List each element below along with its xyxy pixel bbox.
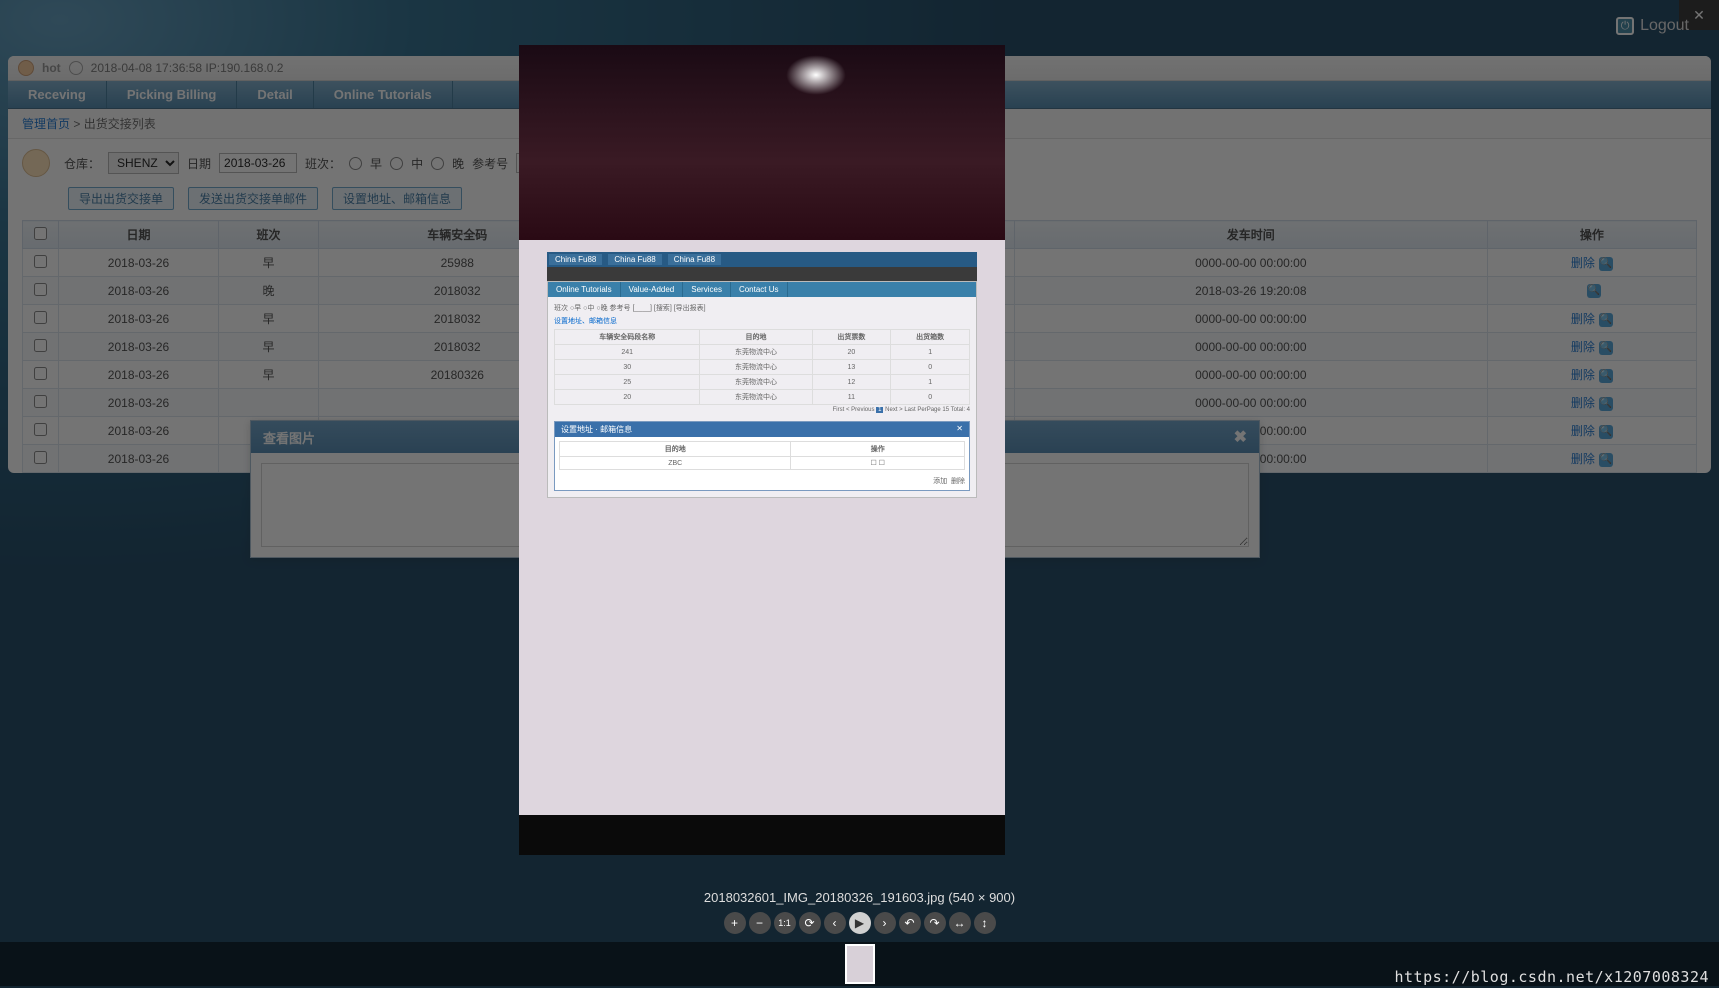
flip-horizontal-icon[interactable]: ↔ [949,912,971,934]
rotate-right-icon[interactable]: ↷ [924,912,946,934]
photo-bottom-bar [519,815,1005,855]
rotate-left-icon[interactable]: ↶ [899,912,921,934]
reset-icon[interactable]: ⟳ [799,912,821,934]
watermark: https://blog.csdn.net/x1207008324 [1394,968,1709,986]
thumbnail[interactable] [845,944,875,984]
zoom-in-icon[interactable]: + [724,912,746,934]
viewer-caption: 2018032601_IMG_20180326_191603.jpg (540 … [0,890,1719,905]
mock-browser-tabs: China Fu88 China Fu88 China Fu88 [547,252,977,267]
photo-screen-area: China Fu88 China Fu88 China Fu88 Online … [519,240,1005,815]
viewer-toolbar: + − 1:1 ⟳ ‹ ▶ › ↶ ↷ ↔ ↕ [0,912,1719,934]
flip-vertical-icon[interactable]: ↕ [974,912,996,934]
zoom-out-icon[interactable]: − [749,912,771,934]
mock-inner-dialog: 设置地址 · 邮箱信息✕ 目的地操作 ZBC☐ ☐ 添加 删除 [554,421,970,491]
one-to-one-icon[interactable]: 1:1 [774,912,796,934]
mock-menu: Online Tutorials Value-Added Services Co… [548,282,976,297]
play-icon[interactable]: ▶ [849,912,871,934]
photo-dark-area [519,45,1005,240]
mock-table: 车辆安全码段名称目的地出货票数出货箱数 241东莞物流中心201 30东莞物流中… [554,329,970,405]
next-icon[interactable]: › [874,912,896,934]
mock-app-window: Online Tutorials Value-Added Services Co… [547,281,977,498]
prev-icon[interactable]: ‹ [824,912,846,934]
viewer-image[interactable]: China Fu88 China Fu88 China Fu88 Online … [519,45,1005,855]
